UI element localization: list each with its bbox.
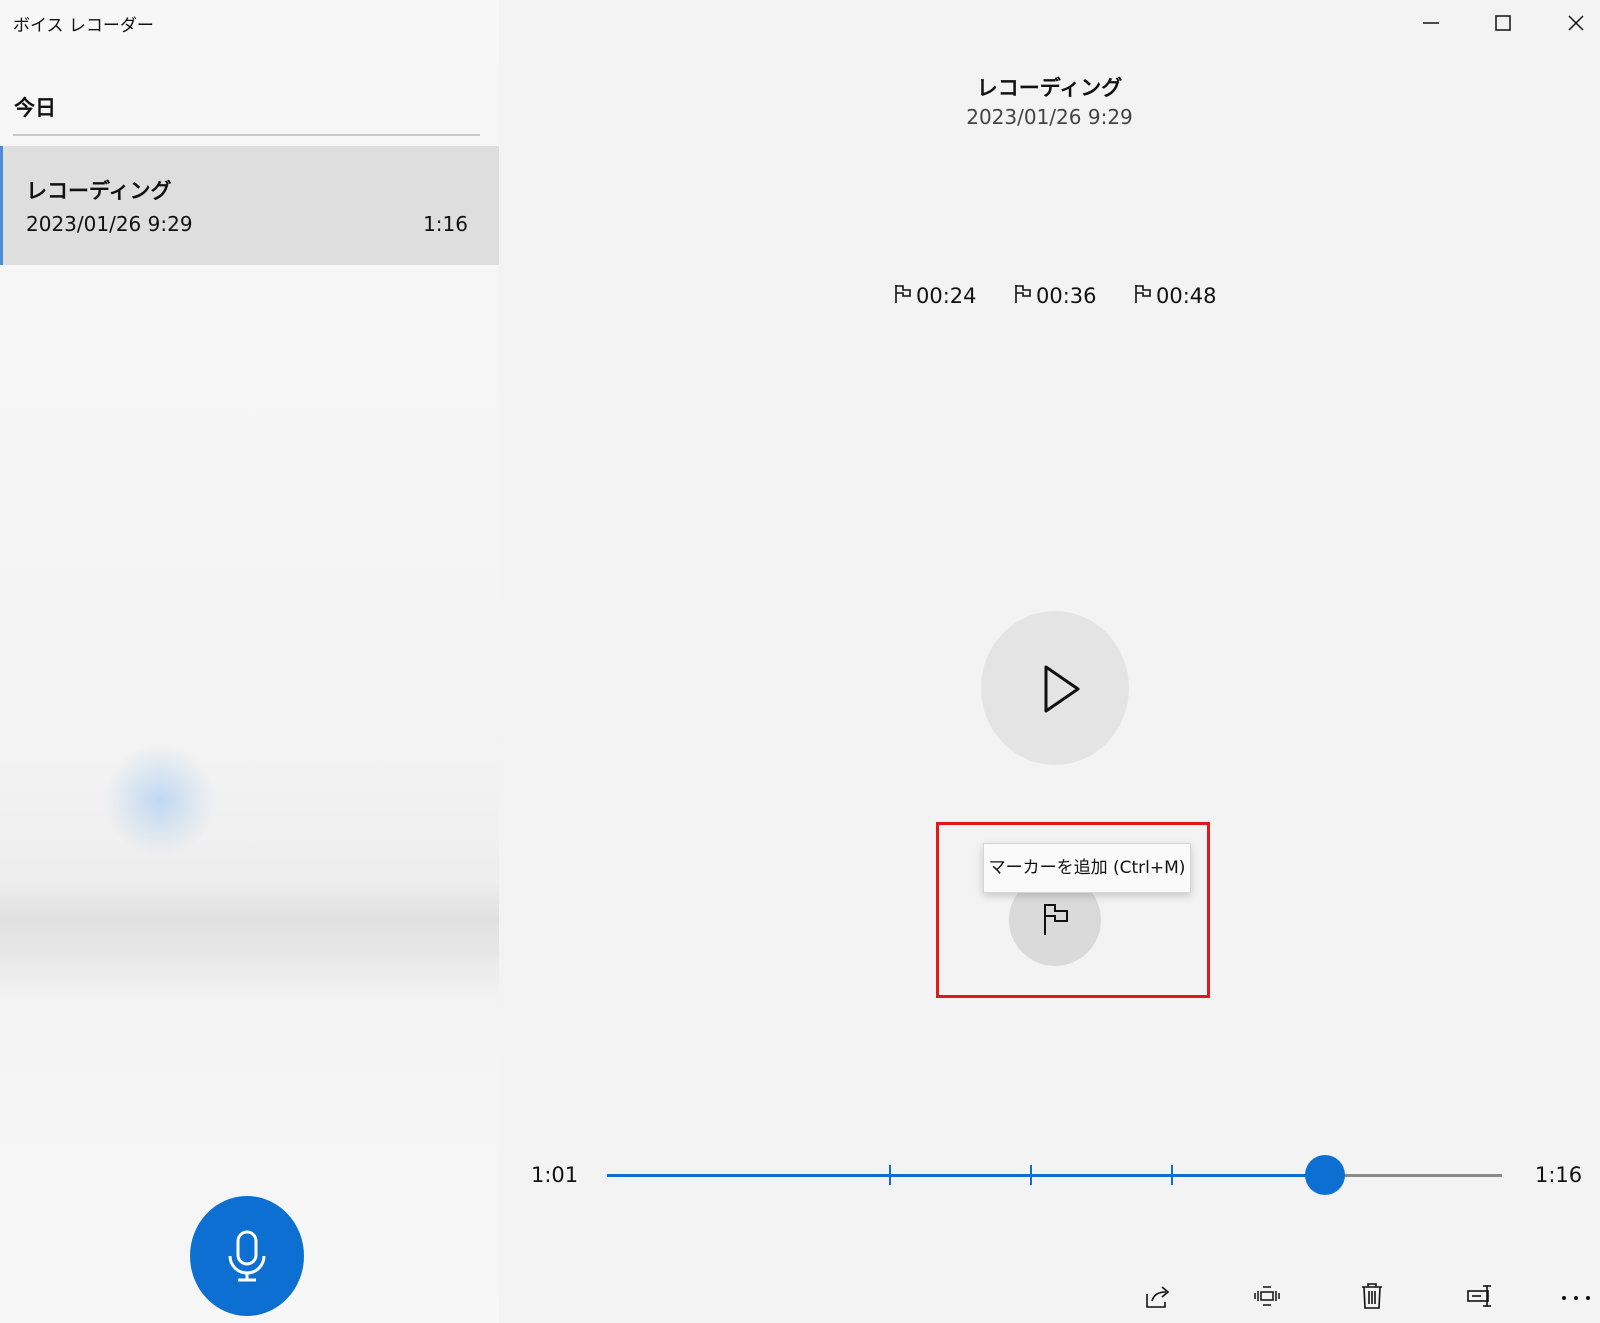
minimize-button[interactable] — [1408, 6, 1454, 40]
recording-timestamp: 2023/01/26 9:29 — [966, 105, 1133, 129]
flag-icon — [1135, 285, 1151, 303]
maximize-icon — [1495, 15, 1511, 31]
current-time: 1:01 — [531, 1163, 579, 1187]
recording-list-item[interactable]: レコーディング 2023/01/26 9:29 1:16 — [0, 146, 499, 265]
flag-icon — [1015, 285, 1031, 303]
slider-marker-tick — [888, 1165, 891, 1185]
section-divider — [13, 134, 480, 136]
play-button[interactable] — [981, 611, 1129, 765]
recording-duration: 1:16 — [423, 212, 468, 236]
recording-date: 2023/01/26 9:29 — [26, 212, 193, 236]
add-marker-tooltip: マーカーを追加 (Ctrl+M) — [983, 843, 1191, 893]
marker-time: 00:24 — [916, 284, 977, 308]
rename-button[interactable] — [1455, 1276, 1507, 1316]
marker-item[interactable]: 00:36 — [1014, 284, 1097, 308]
play-icon — [1044, 665, 1080, 713]
marker-time: 00:48 — [1156, 284, 1217, 308]
microphone-icon — [228, 1230, 266, 1282]
maximize-button[interactable] — [1480, 6, 1526, 40]
delete-icon — [1362, 1283, 1382, 1309]
more-icon — [1562, 1296, 1590, 1300]
recording-name: レコーディング — [26, 179, 172, 203]
marker-time: 00:36 — [1036, 284, 1097, 308]
slider-marker-tick — [1171, 1165, 1174, 1185]
minimize-icon — [1423, 22, 1439, 24]
app-title: ボイス レコーダー — [13, 16, 154, 36]
share-icon — [1146, 1286, 1170, 1308]
close-button[interactable] — [1553, 6, 1599, 40]
share-button[interactable] — [1132, 1276, 1184, 1316]
delete-button[interactable] — [1346, 1276, 1398, 1316]
trim-icon — [1254, 1286, 1280, 1306]
trim-button[interactable] — [1241, 1276, 1293, 1316]
record-button[interactable] — [190, 1196, 304, 1316]
more-button[interactable] — [1548, 1276, 1600, 1316]
recordings-pane: ボイス レコーダー 今日 レコーディング 2023/01/26 9:29 1:1… — [0, 0, 499, 1323]
slider-marker-tick — [1029, 1165, 1032, 1185]
slider-progress — [607, 1174, 1326, 1177]
rename-icon — [1467, 1285, 1491, 1307]
recording-title: レコーディング — [976, 76, 1123, 100]
background-glow — [105, 745, 215, 855]
playback-slider[interactable] — [607, 1155, 1502, 1195]
background-band — [0, 880, 499, 960]
selection-indicator — [0, 146, 3, 265]
flag-icon — [895, 285, 911, 303]
marker-item[interactable]: 00:48 — [1134, 284, 1217, 308]
section-title-today: 今日 — [14, 96, 56, 120]
close-icon — [1568, 15, 1584, 31]
marker-item[interactable]: 00:24 — [894, 284, 977, 308]
total-time: 1:16 — [1535, 1163, 1583, 1187]
flag-icon — [1044, 904, 1068, 935]
slider-thumb[interactable] — [1305, 1155, 1346, 1195]
